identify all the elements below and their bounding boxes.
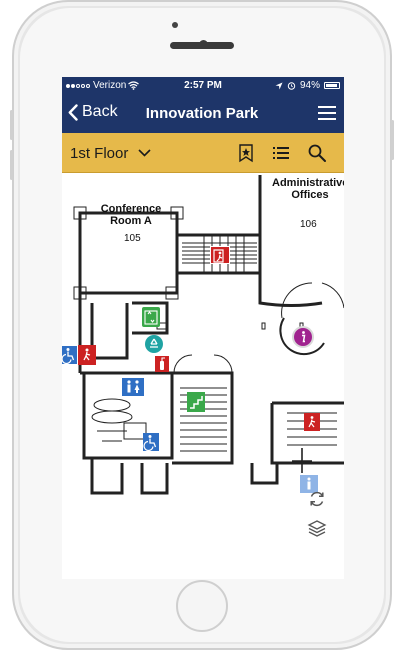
status-right-group: 94% (275, 80, 340, 91)
hamburger-menu-icon[interactable] (318, 106, 336, 120)
bookmark-star-icon[interactable] (236, 143, 256, 163)
volume-button (10, 150, 13, 180)
home-button[interactable] (176, 580, 228, 632)
exit-icon[interactable] (210, 246, 230, 264)
back-label: Back (82, 103, 118, 120)
location-arrow-icon (275, 82, 283, 89)
elevator-icon[interactable] (142, 307, 160, 327)
app-screen: Verizon 2:57 PM 94% Back Innovation Park… (62, 77, 344, 579)
search-icon[interactable] (307, 143, 327, 163)
room-number-conference-a: 105 (124, 233, 141, 244)
floor-plan-drawing (73, 175, 344, 495)
recycle-icon[interactable] (145, 335, 163, 353)
room-number-admin-offices: 106 (300, 219, 317, 230)
status-bar: Verizon 2:57 PM 94% (62, 77, 344, 95)
power-button (391, 120, 394, 160)
volume-button (10, 110, 13, 140)
exit-icon[interactable] (78, 345, 96, 365)
back-chevron-icon (68, 103, 78, 121)
earpiece-speaker (170, 42, 234, 49)
fire-extinguisher-icon[interactable] (155, 356, 169, 372)
restroom-icon[interactable] (122, 378, 144, 396)
battery-icon (324, 82, 340, 89)
list-icon[interactable] (271, 143, 291, 163)
layers-icon[interactable] (307, 518, 327, 538)
info-icon[interactable] (292, 326, 314, 348)
accessible-icon[interactable] (62, 346, 77, 365)
floor-selector[interactable]: 1st Floor (62, 133, 162, 173)
floor-map[interactable]: Conference Room A 105 Administrative Off… (62, 173, 344, 579)
room-name-admin-offices: Administrative Offices (272, 177, 344, 201)
navigation-bar: Back Innovation Park (62, 95, 344, 133)
chevron-down-icon (138, 149, 151, 157)
floor-label: 1st Floor (70, 145, 129, 162)
stairs-icon[interactable] (187, 392, 205, 412)
accessible-restroom-icon[interactable] (143, 433, 159, 452)
refresh-icon[interactable] (307, 489, 327, 509)
floor-toolbar: 1st Floor (62, 133, 344, 173)
back-button[interactable]: Back (68, 103, 118, 121)
battery-percent: 94% (299, 80, 320, 91)
page-title: Innovation Park (145, 105, 259, 122)
alarm-icon (287, 82, 296, 90)
exit-icon[interactable] (304, 413, 320, 431)
sensor (172, 22, 178, 28)
room-name-conference-a: Conference Room A (100, 203, 162, 227)
